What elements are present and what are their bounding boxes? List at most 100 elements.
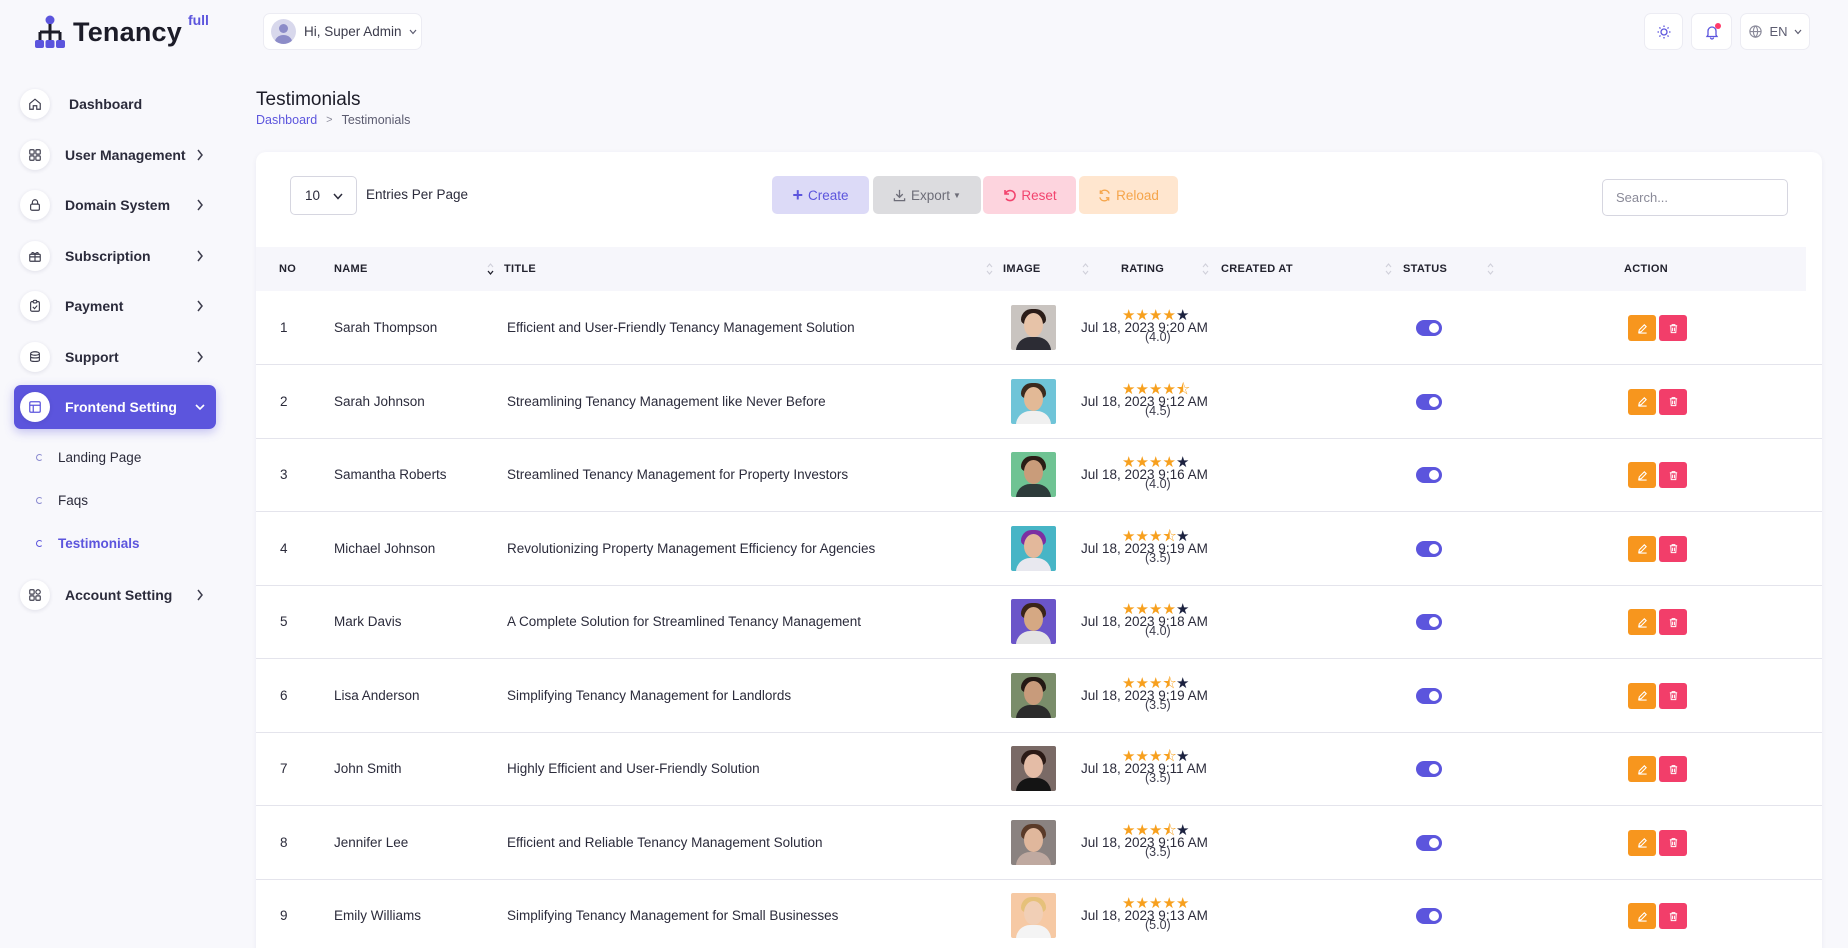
sidebar-subitem-label: Testimonials xyxy=(58,535,140,551)
row-title: Simplifying Tenancy Management for Small… xyxy=(507,908,839,923)
row-number: 6 xyxy=(280,687,288,703)
grid-icon xyxy=(20,139,50,170)
status-toggle[interactable] xyxy=(1416,834,1442,851)
sidebar-item-frontend-setting[interactable]: Frontend Setting xyxy=(14,385,216,429)
edit-button[interactable] xyxy=(1628,756,1656,782)
sort-icon[interactable] xyxy=(1385,262,1392,276)
status-toggle[interactable] xyxy=(1416,761,1442,777)
edit-button[interactable] xyxy=(1628,829,1656,856)
entries-per-page-value: 10 xyxy=(305,188,321,203)
sidebar-item-account-setting[interactable]: Account Setting xyxy=(14,573,216,617)
testimonial-photo xyxy=(1011,599,1056,644)
sidebar-item-domain-system[interactable]: Domain System xyxy=(14,183,216,227)
notifications-button[interactable] xyxy=(1691,13,1732,50)
sort-desc-icon[interactable] xyxy=(487,262,494,276)
sort-icon[interactable] xyxy=(1202,262,1209,276)
edit-button[interactable] xyxy=(1628,609,1656,635)
search-input[interactable] xyxy=(1602,179,1788,216)
table-row: 3 Samantha Roberts Streamlined Tenancy Man… xyxy=(256,439,1822,512)
delete-button[interactable] xyxy=(1659,682,1687,709)
entries-per-page-label: Entries Per Page xyxy=(366,187,469,202)
edit-icon xyxy=(1637,323,1647,334)
layout-icon xyxy=(20,392,50,422)
row-created-at: Jul 18, 2023 9:18 AM xyxy=(1081,614,1208,629)
column-header-title[interactable]: TITLE xyxy=(504,263,536,275)
column-header-status[interactable]: STATUS xyxy=(1403,263,1447,275)
column-header-name[interactable]: NAME xyxy=(334,263,368,275)
create-button[interactable]: + Create xyxy=(772,176,869,214)
sidebar-item-support[interactable]: Support xyxy=(14,335,216,379)
table-header: NO NAME TITLE IMAGE RATING CREATED AT ST… xyxy=(256,247,1806,291)
delete-button[interactable] xyxy=(1659,829,1687,856)
brand-logo[interactable]: Tenancy full xyxy=(32,12,209,50)
edit-button[interactable] xyxy=(1628,315,1656,341)
row-title: Efficient and User-Friendly Tenancy Mana… xyxy=(507,320,855,335)
delete-button[interactable] xyxy=(1659,388,1687,415)
status-toggle[interactable] xyxy=(1416,614,1442,630)
status-toggle[interactable] xyxy=(1416,467,1442,483)
edit-button[interactable] xyxy=(1628,462,1656,488)
chevron-right-icon xyxy=(197,149,203,160)
export-button[interactable]: Export ▼ xyxy=(873,176,981,214)
column-header-no[interactable]: NO xyxy=(279,263,296,275)
delete-button[interactable] xyxy=(1659,609,1687,635)
avatar xyxy=(271,19,296,44)
delete-button[interactable] xyxy=(1659,756,1687,782)
caret-down-icon: ▼ xyxy=(953,190,961,200)
status-toggle[interactable] xyxy=(1416,908,1442,924)
user-menu-button[interactable]: Hi, Super Admin xyxy=(263,13,422,50)
sidebar-subitem-landing-page[interactable]: Landing Page xyxy=(14,436,216,479)
notification-badge xyxy=(1715,23,1721,29)
bullet-icon xyxy=(36,539,43,547)
refresh-icon xyxy=(1099,189,1110,201)
edit-button[interactable] xyxy=(1628,682,1656,709)
sort-icon[interactable] xyxy=(986,262,993,276)
trash-icon xyxy=(1669,323,1677,333)
row-title: Streamlined Tenancy Management for Prope… xyxy=(507,467,849,482)
testimonial-photo xyxy=(1011,672,1056,718)
edit-button[interactable] xyxy=(1628,903,1656,929)
sort-icon[interactable] xyxy=(1082,262,1089,276)
delete-button[interactable] xyxy=(1659,315,1687,341)
breadcrumb-home-link[interactable]: Dashboard xyxy=(256,113,317,127)
sidebar-item-subscription[interactable]: Subscription xyxy=(14,234,216,278)
chevron-down-icon xyxy=(409,29,417,34)
sidebar-item-dashboard[interactable]: Dashboard xyxy=(14,82,216,126)
theme-toggle-button[interactable] xyxy=(1644,13,1683,50)
breadcrumb-current: Testimonials xyxy=(341,113,411,127)
row-number: 8 xyxy=(280,834,288,850)
sidebar-item-payment[interactable]: Payment xyxy=(14,284,216,328)
table-row: 5 Mark Davis A Complete Solution for Strea… xyxy=(256,586,1822,659)
column-header-created-at[interactable]: CREATED AT xyxy=(1221,263,1293,275)
status-toggle[interactable] xyxy=(1416,393,1442,410)
language-selector[interactable]: EN xyxy=(1740,13,1810,50)
delete-button[interactable] xyxy=(1659,462,1687,488)
chevron-down-icon xyxy=(333,193,343,200)
row-name: Lisa Anderson xyxy=(334,687,420,703)
row-number: 5 xyxy=(280,614,288,629)
apps-icon xyxy=(20,579,50,610)
status-toggle[interactable] xyxy=(1416,320,1442,336)
page-title: Testimonials xyxy=(256,89,361,110)
column-header-rating[interactable]: RATING xyxy=(1121,263,1164,275)
status-toggle[interactable] xyxy=(1416,687,1442,704)
create-label: Create xyxy=(807,187,849,203)
chevron-right-icon xyxy=(197,199,203,211)
delete-button[interactable] xyxy=(1659,535,1687,562)
clipboard-icon xyxy=(20,291,50,321)
status-toggle[interactable] xyxy=(1416,540,1442,557)
edit-button[interactable] xyxy=(1628,535,1656,562)
reset-button[interactable]: Reset xyxy=(983,176,1076,214)
edit-icon xyxy=(1637,764,1647,775)
edit-button[interactable] xyxy=(1628,388,1656,415)
reload-button[interactable]: Reload xyxy=(1079,176,1178,214)
sidebar-subitem-testimonials[interactable]: Testimonials xyxy=(14,522,216,565)
column-header-image[interactable]: IMAGE xyxy=(1003,263,1041,275)
testimonial-photo xyxy=(1011,525,1056,571)
sort-icon[interactable] xyxy=(1487,262,1494,276)
sidebar-item-user-management[interactable]: User Management xyxy=(14,133,216,177)
entries-per-page-select[interactable]: 10 xyxy=(290,176,357,215)
sidebar-subitem-faqs[interactable]: Faqs xyxy=(14,479,216,522)
delete-button[interactable] xyxy=(1659,903,1687,929)
sidebar-item-label: Subscription xyxy=(65,247,151,264)
